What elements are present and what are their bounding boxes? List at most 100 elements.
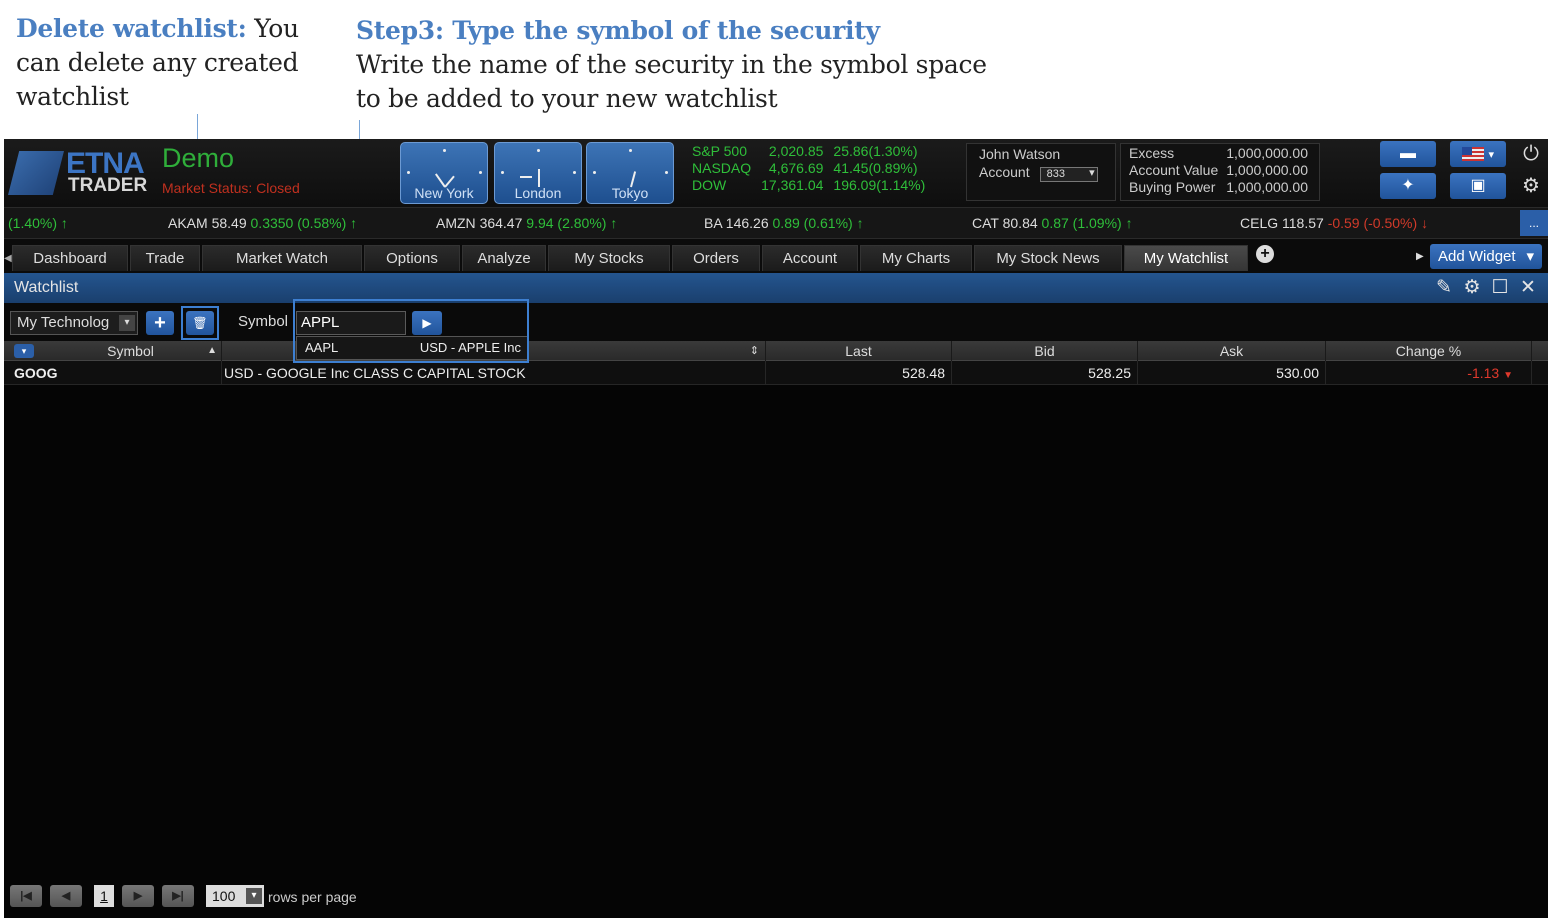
watchlist-select[interactable]: My Technolog ▾ xyxy=(10,311,138,335)
arrow-up-icon: ↑ xyxy=(60,215,68,231)
annotation-delete-watchlist: Delete watchlist: You can delete any cre… xyxy=(16,12,346,114)
prev-page-icon[interactable]: ◀ xyxy=(50,885,82,907)
market-indices: S&P 500 2,020.85 25.86(1.30%) NASDAQ 4,676.… xyxy=(692,143,935,194)
arrow-down-icon: ↓ xyxy=(1421,215,1429,231)
symbol-suggestion[interactable]: AAPL USD - APPLE Inc xyxy=(296,336,528,360)
pin-button[interactable]: ✦ xyxy=(1380,173,1436,199)
settings-gear-icon[interactable]: ⚙ xyxy=(1518,173,1544,199)
clock-tick-icon xyxy=(593,171,596,174)
cell-last: 528.48 xyxy=(766,361,952,385)
table-row[interactable]: GOOG USD - GOOGLE Inc CLASS C CAPITAL ST… xyxy=(4,361,1548,385)
etna-trader-logo: ETNA TRADER xyxy=(8,147,158,199)
ticker-symbol: AMZN xyxy=(436,215,476,231)
account-row: Account 833 xyxy=(979,163,1103,182)
save-layout-button[interactable]: ▣ xyxy=(1450,173,1506,199)
column-header-symbol[interactable]: Symbol ▲ xyxy=(40,341,222,361)
clock-label: New York xyxy=(414,185,474,201)
balance-row: Account Value 1,000,000.00 xyxy=(1129,162,1316,179)
ticker-more-button[interactable]: ... xyxy=(1520,210,1548,236)
rows-per-page-select[interactable]: 100 ▾ xyxy=(206,885,264,907)
add-widget-button[interactable]: Add Widget xyxy=(1430,244,1542,269)
rows-per-page-label: rows per page xyxy=(268,889,357,905)
ticker-item-lead[interactable]: (1.40%) ↑ xyxy=(8,208,68,238)
next-page-icon[interactable]: ▶ xyxy=(122,885,154,907)
cell-symbol: GOOG xyxy=(14,361,222,385)
symbol-label: Symbol xyxy=(238,313,289,330)
first-page-icon[interactable]: |◀ xyxy=(10,885,42,907)
ticker-item[interactable]: CELG 118.57 -0.59 (-0.50%) ↓ xyxy=(1240,208,1428,238)
arrow-down-icon: ▼ xyxy=(1503,370,1513,381)
us-flag-icon xyxy=(1462,146,1484,161)
clock-tick-icon xyxy=(665,171,668,174)
logo-trader-text: TRADER xyxy=(68,175,148,196)
tab-dashboard[interactable]: Dashboard xyxy=(12,245,128,271)
balance-value: 1,000,000.00 xyxy=(1226,162,1308,178)
chat-button[interactable]: ▬ xyxy=(1380,141,1436,167)
tab-my-watchlist[interactable]: My Watchlist xyxy=(1124,245,1248,271)
delete-button-highlight xyxy=(181,306,219,340)
gear-icon[interactable]: ⚙ xyxy=(1460,276,1484,300)
clock-tick-icon xyxy=(537,149,540,152)
cell-description: USD - GOOGLE Inc CLASS C CAPITAL STOCK xyxy=(222,361,766,385)
ticker-item[interactable]: AKAM 58.49 0.3350 (0.58%) ↑ xyxy=(168,208,357,238)
balance-label: Excess xyxy=(1129,145,1175,161)
tab-analyze[interactable]: Analyze xyxy=(462,245,546,271)
clock-label: London xyxy=(514,185,562,201)
pagination: |◀ ◀ 1 ▶ ▶| 100 ▾ rows per page xyxy=(4,881,1548,911)
select-all-icon[interactable]: ▾ xyxy=(14,344,34,358)
power-icon[interactable]: ⏻ xyxy=(1518,141,1544,167)
account-panel: John Watson Account 833 xyxy=(966,143,1116,201)
close-icon[interactable]: ✕ xyxy=(1516,276,1540,300)
chevron-down-icon: ▾ xyxy=(119,315,135,331)
column-header-last[interactable]: Last xyxy=(766,341,952,361)
tab-options[interactable]: Options xyxy=(364,245,460,271)
symbol-input[interactable]: APPL xyxy=(296,311,406,335)
balance-value: 1,000,000.00 xyxy=(1226,145,1308,161)
column-label: Symbol xyxy=(107,343,154,359)
column-header-bid[interactable]: Bid xyxy=(952,341,1138,361)
ticker-symbol: AKAM xyxy=(168,215,208,231)
edit-icon[interactable]: ✎ xyxy=(1432,276,1456,300)
arrow-up-icon: ↑ xyxy=(856,215,864,231)
annotation-step3: Step3: Type the symbol of the security Wr… xyxy=(356,14,996,116)
rows-per-page-value: 100 xyxy=(212,888,236,904)
scroll-left-icon[interactable]: ◀ xyxy=(4,253,12,264)
account-select[interactable]: 833 xyxy=(1039,167,1098,182)
chevron-down-icon: ▾ xyxy=(1488,149,1494,161)
suggestion-description: USD - APPLE Inc xyxy=(419,340,521,355)
tab-account[interactable]: Account xyxy=(762,245,858,271)
index-value: 17,361.04 xyxy=(761,177,824,193)
ticker-item[interactable]: CAT 80.84 0.87 (1.09%) ↑ xyxy=(972,208,1133,238)
ticker-change: (1.40%) xyxy=(8,215,58,231)
ticker-item[interactable]: BA 146.26 0.89 (0.61%) ↑ xyxy=(704,208,864,238)
clock-london[interactable]: London xyxy=(494,142,582,204)
sort-asc-icon: ▲ xyxy=(207,345,217,356)
tab-trade[interactable]: Trade xyxy=(130,245,200,271)
add-tab-plus-icon[interactable]: + xyxy=(1256,245,1274,263)
ticker-item[interactable]: AMZN 364.47 9.94 (2.80%) ↑ xyxy=(436,208,617,238)
last-page-icon[interactable]: ▶| xyxy=(162,885,194,907)
scroll-right-icon[interactable]: ▶ xyxy=(1416,251,1424,262)
clock-label: Tokyo xyxy=(611,185,649,201)
column-header-ask[interactable]: Ask xyxy=(1138,341,1326,361)
clock-tokyo[interactable]: Tokyo xyxy=(586,142,674,204)
maximize-icon[interactable]: ☐ xyxy=(1488,276,1512,300)
add-watchlist-button[interactable]: + xyxy=(146,311,174,335)
clock-new-york[interactable]: New York xyxy=(400,142,488,204)
table-header: ▾ Symbol ▲ ⇕ Last Bid Ask Change % xyxy=(4,341,1548,361)
widget-title: Watchlist xyxy=(14,279,79,296)
ticker-change: -0.59 (-0.50%) xyxy=(1327,215,1418,231)
tab-my-stock-news[interactable]: My Stock News xyxy=(974,245,1122,271)
tab-market-watch[interactable]: Market Watch xyxy=(202,245,362,271)
cell-bid: 528.25 xyxy=(952,361,1138,385)
index-row: NASDAQ 4,676.69 41.45(0.89%) xyxy=(692,160,935,177)
add-symbol-button[interactable]: ▶ xyxy=(412,311,442,335)
language-button[interactable]: ▾ xyxy=(1450,141,1506,167)
page-number[interactable]: 1 xyxy=(94,885,114,907)
clock-tick-icon xyxy=(501,171,504,174)
column-header-change[interactable]: Change % xyxy=(1326,341,1532,361)
ticker-price: 58.49 xyxy=(211,215,247,231)
tab-my-stocks[interactable]: My Stocks xyxy=(548,245,670,271)
tab-my-charts[interactable]: My Charts xyxy=(860,245,972,271)
tab-orders[interactable]: Orders xyxy=(672,245,760,271)
